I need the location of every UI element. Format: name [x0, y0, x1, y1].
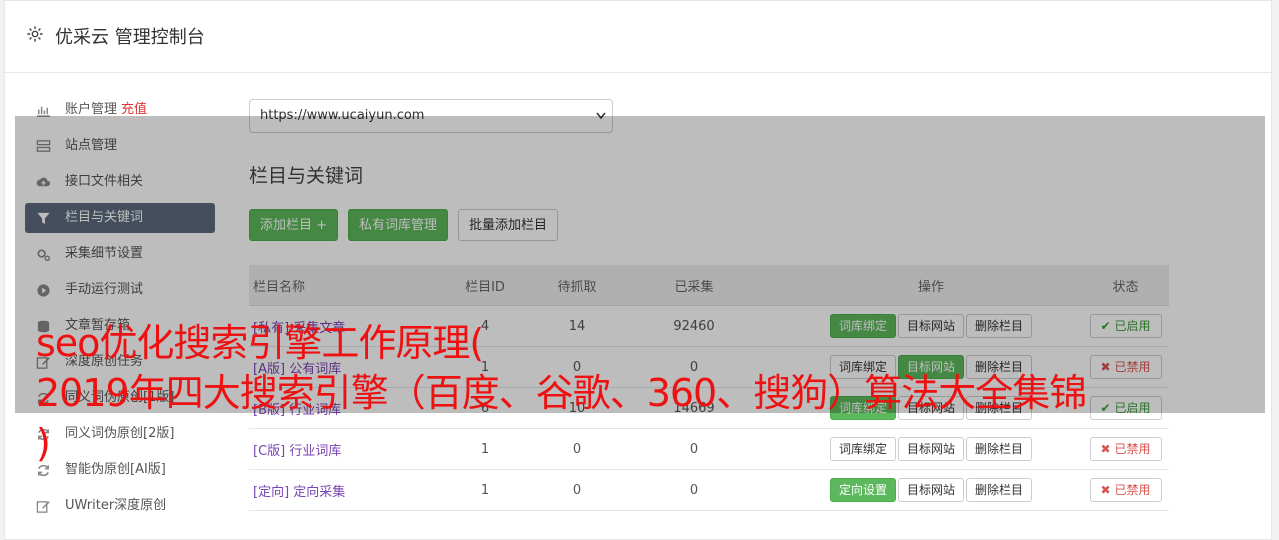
- app-title: 优采云 管理控制台: [55, 27, 205, 48]
- gear-icon: [27, 26, 43, 42]
- status-label: 已禁用: [1114, 483, 1151, 497]
- column-name-cell: [定向] 定向采集: [249, 469, 424, 511]
- sidebar-item-label: UWriter深度原创: [65, 498, 167, 513]
- collected-count: 0: [608, 469, 780, 511]
- overlay-title-line-3: ): [36, 421, 51, 465]
- actions-cell: 定向设置 目标网站 删除栏目: [780, 469, 1082, 511]
- recharge-link[interactable]: 充值: [121, 102, 147, 117]
- overlay-article-title: seo优化搜索引擎工作原理( 2019年四大搜索引擎（百度、谷歌、360、搜狗）…: [36, 318, 1266, 468]
- sidebar-item-label: 账户管理: [65, 102, 118, 117]
- close-icon: ✖: [1100, 483, 1111, 497]
- bind-library-button[interactable]: 定向设置: [829, 478, 896, 502]
- table-row: [定向] 定向采集 1 0 0 定向设置 目标网站 删除栏目 ✖ 已禁用: [249, 469, 1169, 511]
- delete-column-button[interactable]: 删除栏目: [966, 478, 1033, 502]
- overlay-title-line-2: 2019年四大搜索引擎（百度、谷歌、360、搜狗）算法大全集锦: [36, 371, 1087, 415]
- target-site-button[interactable]: 目标网站: [897, 478, 964, 502]
- column-tag: [定向]: [253, 484, 290, 500]
- edit-icon: [36, 501, 50, 513]
- sidebar-item-11[interactable]: UWriter深度原创: [25, 491, 215, 521]
- status-toggle[interactable]: ✖ 已禁用: [1089, 478, 1162, 502]
- status-cell: ✖ 已禁用: [1082, 469, 1169, 511]
- column-name: 定向采集: [293, 484, 346, 500]
- overlay-title-line-1: seo优化搜索引擎工作原理(: [36, 321, 484, 365]
- top-bar: 优采云 管理控制台: [5, 1, 1271, 73]
- pending-count[interactable]: 0: [546, 469, 608, 511]
- column-id: 1: [424, 469, 546, 511]
